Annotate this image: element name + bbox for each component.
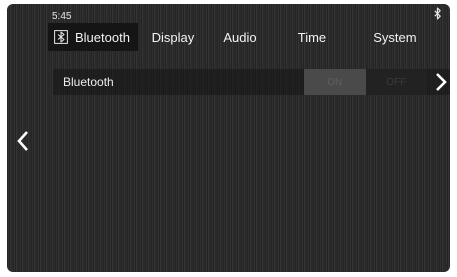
status-time: 5:45: [52, 11, 72, 22]
bluetooth-setting-row: Bluetooth ON OFF: [53, 69, 450, 95]
tab-bluetooth[interactable]: Bluetooth: [48, 23, 138, 51]
tab-audio-label: Audio: [223, 29, 257, 45]
settings-screen: 5:45 Bluetooth Display Audio Time System…: [7, 4, 450, 272]
toggle-on-button[interactable]: ON: [304, 69, 366, 95]
tab-time-label: Time: [297, 29, 327, 45]
toggle-off-button[interactable]: OFF: [365, 69, 427, 95]
tab-system-label: System: [373, 29, 417, 45]
tab-time[interactable]: Time: [272, 23, 352, 51]
tab-display[interactable]: Display: [138, 23, 208, 51]
bluetooth-icon: [54, 30, 68, 44]
chevron-left-icon[interactable]: [14, 128, 32, 154]
tab-display-label: Display: [151, 29, 195, 45]
tab-audio[interactable]: Audio: [208, 23, 272, 51]
bluetooth-setting-label: Bluetooth: [63, 75, 114, 89]
tab-system[interactable]: System: [352, 23, 438, 51]
bluetooth-icon: [434, 7, 441, 20]
tab-bluetooth-label: Bluetooth: [75, 29, 130, 45]
chevron-right-icon[interactable]: [434, 72, 448, 92]
settings-tabs: Bluetooth Display Audio Time System: [48, 23, 450, 51]
bluetooth-toggle: ON OFF: [304, 69, 427, 95]
